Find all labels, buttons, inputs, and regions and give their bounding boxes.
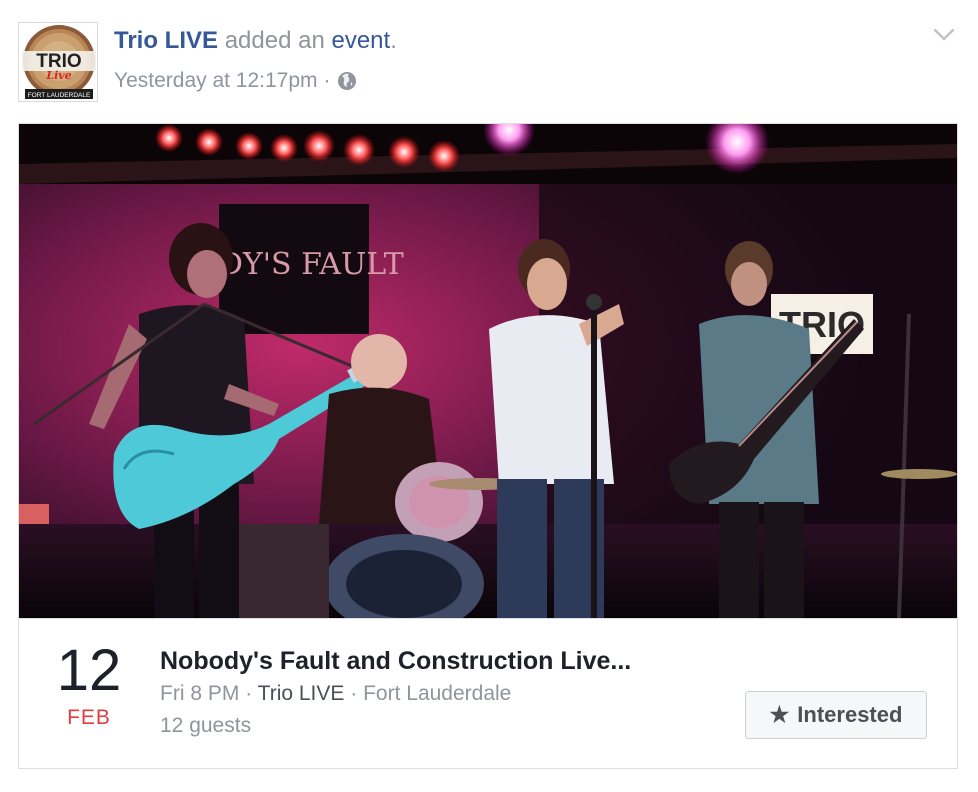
chevron-down-icon[interactable] (932, 26, 956, 44)
event-host-link[interactable]: Trio LIVE (258, 682, 345, 705)
logo-text-location: FORT LAUDERDALE (28, 92, 91, 99)
interested-button[interactable]: ★ Interested (745, 691, 927, 739)
logo-text-live: Live (45, 69, 71, 82)
subtitle-separator: · (350, 682, 358, 705)
meta-separator: · (323, 69, 331, 92)
post-meta: Yesterday at 12:17pm · (114, 68, 357, 94)
trio-live-logo: TRIO Live FORT LAUDERDALE (22, 25, 96, 99)
page-avatar[interactable]: TRIO Live FORT LAUDERDALE (18, 22, 98, 102)
band-photo: ODY'S FAULT TRIO (19, 124, 957, 618)
headline-verb: added an (224, 27, 325, 54)
event-subtitle: Fri 8 PM · Trio LIVE · Fort Lauderdale (160, 679, 760, 709)
event-details: 12 FEB Nobody's Fault and Construction L… (19, 618, 957, 768)
post-header: TRIO Live FORT LAUDERDALE Trio LIVE adde… (18, 20, 958, 110)
event-date-month: FEB (67, 706, 111, 729)
post-timestamp[interactable]: Yesterday at 12:17pm (114, 68, 318, 94)
star-icon: ★ (769, 702, 790, 727)
event-info: Nobody's Fault and Construction Live... … (160, 645, 760, 741)
event-card[interactable]: ODY'S FAULT TRIO 12 FEB Nobody's Fault a… (18, 123, 958, 769)
interested-label: Interested (797, 702, 903, 727)
subtitle-separator: · (245, 682, 253, 705)
event-location: Fort Lauderdale (363, 682, 512, 705)
actor-link[interactable]: Trio LIVE (114, 27, 218, 54)
event-cover-photo[interactable]: ODY'S FAULT TRIO (19, 124, 957, 618)
event-time: Fri 8 PM (160, 682, 240, 705)
event-guests[interactable]: 12 guests (160, 711, 760, 741)
post-headline: Trio LIVE added an event. (114, 26, 397, 56)
globe-icon[interactable] (337, 71, 357, 91)
event-link[interactable]: event (331, 27, 390, 54)
event-title[interactable]: Nobody's Fault and Construction Live... (160, 645, 760, 677)
event-date-day: 12 (56, 638, 122, 703)
event-date: 12 FEB (39, 639, 139, 731)
headline-period: . (390, 27, 397, 54)
